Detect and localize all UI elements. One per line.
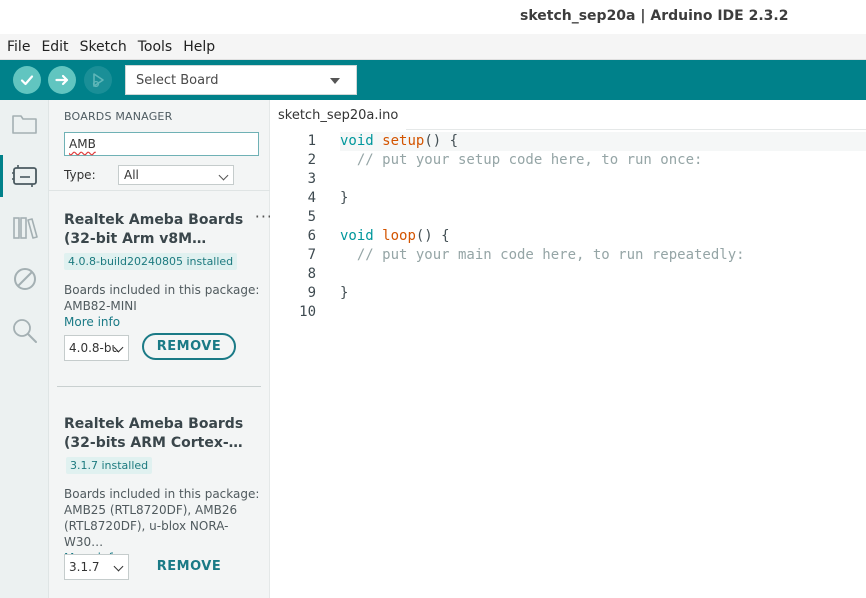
code-line: void loop() {	[340, 227, 860, 246]
board-desc-boards: AMB82-MINI	[64, 299, 137, 313]
toolbar: Select Board	[0, 60, 866, 100]
code-line: }	[340, 284, 860, 303]
line-number: 3	[307, 171, 316, 187]
search-icon	[13, 319, 37, 343]
code-function: loop	[382, 228, 416, 244]
search-panel-button[interactable]	[10, 316, 40, 346]
code-keyword: void	[340, 133, 374, 149]
installed-badge: 4.0.8-build20240805 installed	[64, 253, 238, 270]
code-editor[interactable]: 1 2 3 4 5 6 7 8 9 10 void setup() { // p…	[270, 130, 866, 598]
line-number: 2	[307, 152, 316, 168]
menubar: File Edit Sketch Tools Help	[0, 34, 866, 60]
sidebar-rail	[0, 100, 49, 598]
debug-button[interactable]	[84, 66, 112, 94]
board-icon	[12, 165, 37, 187]
code-text: }	[340, 190, 349, 206]
verify-icon	[20, 75, 34, 86]
code-lines: void setup() { // put your setup code he…	[340, 132, 860, 322]
code-line: // put your main code here, to run repea…	[340, 246, 860, 265]
search-input-value: AMB	[69, 137, 96, 151]
board-title-line1: Realtek Ameba Boards	[64, 416, 244, 432]
menu-edit[interactable]: Edit	[41, 39, 68, 55]
line-number: 10	[299, 304, 316, 320]
chevron-down-icon	[330, 78, 340, 84]
menu-tools[interactable]: Tools	[138, 39, 173, 55]
version-value: 3.1.7	[69, 560, 100, 574]
code-line: }	[340, 189, 860, 208]
boards-manager-button[interactable]	[10, 161, 40, 191]
line-number: 6	[307, 228, 316, 244]
chevron-down-icon	[218, 170, 229, 181]
remove-button[interactable]: REMOVE	[142, 553, 236, 580]
code-function: setup	[382, 133, 425, 149]
upload-button[interactable]	[48, 66, 76, 94]
board-title-line1: Realtek Ameba Boards	[64, 212, 244, 228]
debug-off-icon	[14, 268, 36, 290]
line-number: 8	[307, 266, 316, 282]
code-comment: // put your main code here, to run repea…	[356, 247, 745, 263]
code-text: () {	[424, 133, 459, 149]
code-keyword: void	[340, 228, 374, 244]
line-number: 4	[307, 190, 316, 206]
menu-file[interactable]: File	[7, 39, 30, 55]
version-select[interactable]: 4.0.8-bu	[64, 335, 129, 361]
sketchbook-button[interactable]	[10, 109, 40, 139]
type-filter-select[interactable]: All	[118, 165, 234, 185]
board-selector-label: Select Board	[136, 72, 219, 88]
board-title-line2: (32-bit Arm v8M…	[64, 231, 207, 247]
board-desc-boards: (RTL8720DF), u-blox NORA-W30…	[64, 519, 229, 549]
remove-button[interactable]: REMOVE	[142, 333, 236, 360]
panel-title: BOARDS MANAGER	[64, 110, 173, 123]
board-desc-boards: AMB25 (RTL8720DF), AMB26	[64, 503, 238, 517]
more-info-link[interactable]: More info	[64, 314, 264, 330]
version-value: 4.0.8-bu	[69, 341, 120, 355]
code-line: // put your setup code here, to run once…	[340, 151, 860, 170]
active-indicator	[0, 155, 3, 197]
verify-button[interactable]	[13, 66, 41, 94]
tab-sketch[interactable]: sketch_sep20a.ino	[270, 100, 407, 130]
editor-tabbar: sketch_sep20a.ino	[270, 100, 866, 130]
boards-manager-panel: BOARDS MANAGER AMB Type: All Realtek Ame…	[49, 100, 272, 598]
installed-badge: 3.1.7 installed	[66, 457, 153, 474]
version-select[interactable]: 3.1.7	[64, 554, 129, 580]
board-card: Realtek Ameba Boards (32-bits ARM Cortex…	[64, 415, 264, 565]
debugger-icon	[92, 73, 104, 88]
board-title-line2: (32-bits ARM Cortex-…	[64, 435, 243, 451]
type-filter-value: All	[124, 168, 139, 182]
line-number: 9	[307, 285, 316, 301]
divider	[57, 386, 261, 387]
upload-icon	[55, 74, 69, 86]
board-desc-label: Boards included in this package:	[64, 283, 260, 297]
library-manager-button[interactable]	[10, 213, 40, 243]
line-number-gutter: 1 2 3 4 5 6 7 8 9 10	[270, 132, 316, 322]
line-number: 1	[307, 133, 316, 149]
code-line: void setup() {	[340, 132, 860, 151]
type-filter-label: Type:	[64, 168, 96, 182]
folder-icon	[12, 115, 37, 134]
chevron-down-icon	[113, 561, 124, 572]
window-titlebar: sketch_sep20a | Arduino IDE 2.3.2	[0, 0, 866, 34]
line-number: 5	[307, 209, 316, 225]
debug-panel-button[interactable]	[10, 264, 40, 294]
divider	[49, 190, 270, 191]
library-icon	[13, 217, 38, 239]
window-title: sketch_sep20a | Arduino IDE 2.3.2	[520, 8, 789, 24]
boards-search-input[interactable]: AMB	[64, 132, 259, 156]
line-number: 7	[307, 247, 316, 263]
code-text: }	[340, 285, 349, 301]
board-selector[interactable]: Select Board	[125, 65, 357, 95]
board-desc-label: Boards included in this package:	[64, 487, 260, 501]
menu-help[interactable]: Help	[183, 39, 215, 55]
code-comment: // put your setup code here, to run once…	[356, 152, 703, 168]
menu-sketch[interactable]: Sketch	[80, 39, 127, 55]
code-text: () {	[415, 228, 450, 244]
